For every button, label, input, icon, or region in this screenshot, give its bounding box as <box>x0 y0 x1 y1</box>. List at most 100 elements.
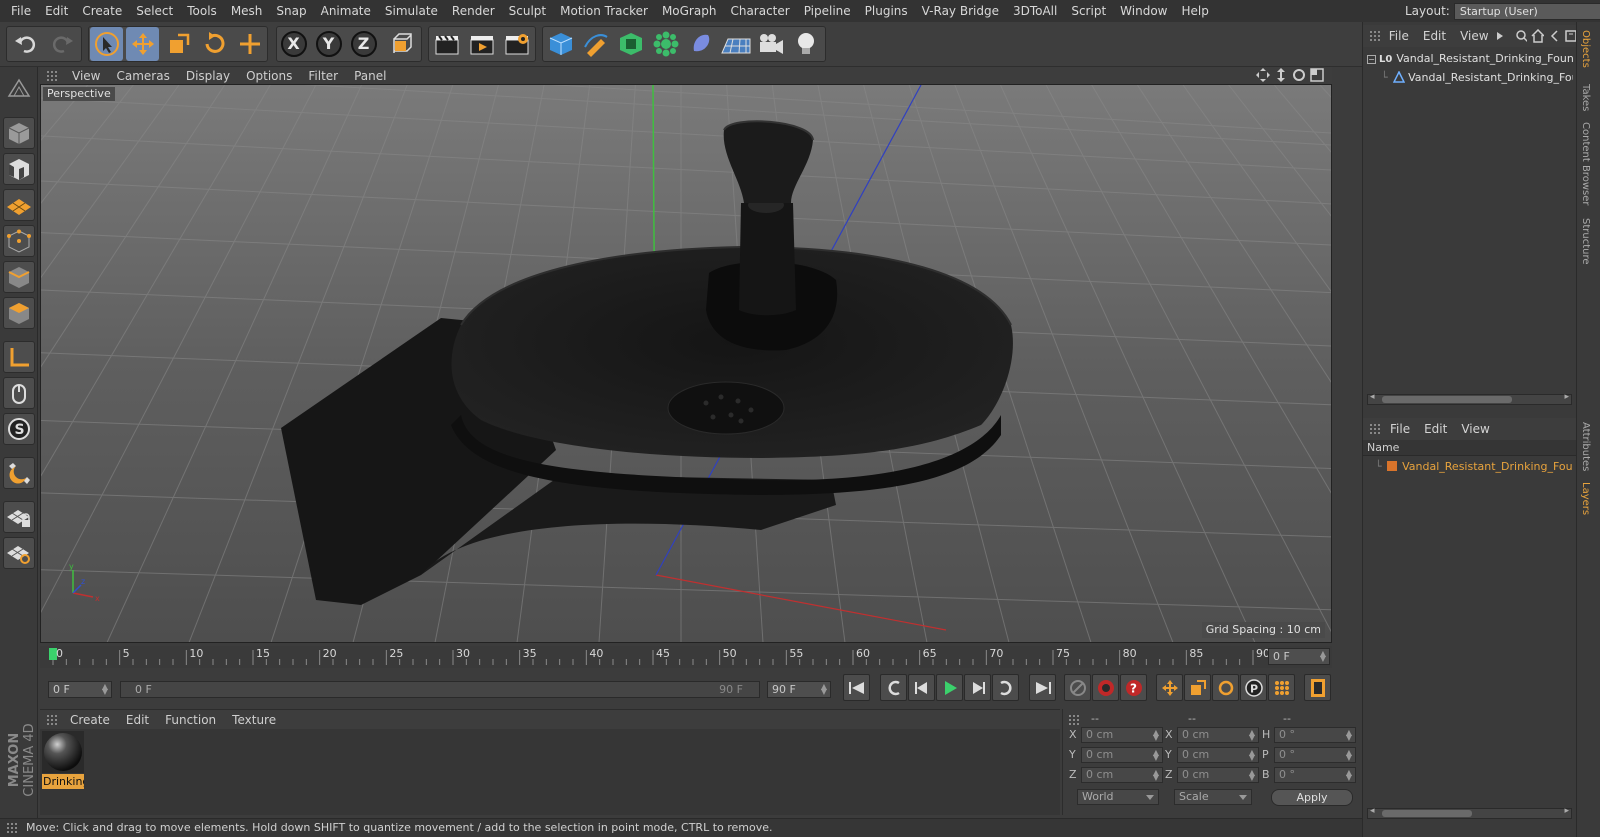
orbit-icon[interactable] <box>1292 68 1306 82</box>
apply-button[interactable]: Apply <box>1271 789 1353 806</box>
timeline-ruler[interactable]: 0 5 10 15 20 25 30 35 40 45 50 55 60 65 70 75 80 85 90 0 F… <box>40 646 1332 668</box>
viewport-menu-view[interactable]: View <box>64 69 108 83</box>
end-frame-field[interactable]: 90 F ▲ ▼ <box>767 681 831 698</box>
layer-color-swatch[interactable] <box>1387 461 1398 471</box>
axis-z-button[interactable]: Z <box>347 27 380 61</box>
select-tool-button[interactable] <box>90 27 123 61</box>
add-mograph-button[interactable] <box>649 27 682 61</box>
coordinate-mode-dropdown[interactable]: World <box>1077 789 1159 805</box>
menu-help[interactable]: Help <box>1174 0 1215 22</box>
menu-select[interactable]: Select <box>129 0 180 22</box>
pos-y-field[interactable]: 0 cm ▲ ▼ <box>1081 747 1163 763</box>
menu-render[interactable]: Render <box>445 0 502 22</box>
chevron-right-icon[interactable] <box>1496 31 1503 41</box>
motion-record-button[interactable] <box>1064 674 1091 701</box>
menu-pipeline[interactable]: Pipeline <box>797 0 858 22</box>
object-tree-item-child[interactable]: └ Vandal_Resistant_Drinking_Fountain <box>1367 69 1573 87</box>
solo-mode-button[interactable]: S <box>3 413 35 445</box>
render-picture-viewer-button[interactable] <box>465 27 498 61</box>
tab-attributes[interactable]: Attributes <box>1580 422 1591 471</box>
add-camera-button[interactable] <box>754 27 787 61</box>
go-to-end-button[interactable] <box>1029 674 1056 701</box>
search-icon[interactable] <box>1515 29 1528 43</box>
axis-mode-button[interactable] <box>3 341 35 373</box>
timeline-window-button[interactable] <box>1304 674 1331 701</box>
menu-file[interactable]: File <box>4 0 38 22</box>
layers-menu-edit[interactable]: Edit <box>1417 422 1454 436</box>
menu-vray-bridge[interactable]: V-Ray Bridge <box>915 0 1006 22</box>
viewport-menu-filter[interactable]: Filter <box>300 69 346 83</box>
render-view-button[interactable] <box>430 27 463 61</box>
scrollbar-thumb[interactable] <box>1382 810 1472 817</box>
snap-button[interactable] <box>3 457 35 489</box>
objects-horizontal-scrollbar[interactable]: ◂ ▸ <box>1367 392 1572 405</box>
layers-horizontal-scrollbar[interactable]: ◂ ▸ <box>1367 806 1572 819</box>
tab-takes[interactable]: Takes <box>1580 84 1591 111</box>
menu-sculpt[interactable]: Sculpt <box>502 0 553 22</box>
viewport-menu-cameras[interactable]: Cameras <box>108 69 177 83</box>
size-y-field[interactable]: 0 cm ▲ ▼ <box>1177 747 1259 763</box>
next-key-button[interactable] <box>992 674 1019 701</box>
key-rotation-button[interactable] <box>1212 674 1239 701</box>
rot-b-field[interactable]: 0 ° ▲ ▼ <box>1274 767 1356 783</box>
pan-arrows-icon[interactable] <box>1256 68 1270 82</box>
frame-range-slider[interactable]: 0 F 90 F <box>120 681 760 698</box>
material-menu-function[interactable]: Function <box>157 713 224 727</box>
size-x-field[interactable]: 0 cm ▲ ▼ <box>1177 727 1259 743</box>
edges-mode-button[interactable] <box>3 261 35 293</box>
scrollbar-thumb[interactable] <box>1382 396 1512 403</box>
render-settings-button[interactable] <box>500 27 533 61</box>
maximize-view-icon[interactable] <box>1310 68 1324 82</box>
menu-character[interactable]: Character <box>723 0 796 22</box>
collapse-icon[interactable]: − <box>1367 55 1376 64</box>
menu-edit[interactable]: Edit <box>38 0 75 22</box>
points-mode-button[interactable] <box>3 225 35 257</box>
material-menu-create[interactable]: Create <box>62 713 118 727</box>
add-light-button[interactable] <box>789 27 822 61</box>
viewport-menu-display[interactable]: Display <box>178 69 238 83</box>
move-tool-button[interactable] <box>126 27 159 61</box>
tab-layers[interactable]: Layers <box>1580 482 1591 515</box>
menu-plugins[interactable]: Plugins <box>858 0 915 22</box>
object-tree-item-root[interactable]: −L0Vandal_Resistant_Drinking_Fountain <box>1367 50 1573 68</box>
objects-menu-edit[interactable]: Edit <box>1416 29 1453 43</box>
key-parameter-button[interactable]: P <box>1240 674 1267 701</box>
rot-p-field[interactable]: 0 ° ▲ ▼ <box>1274 747 1356 763</box>
model-mode-button[interactable] <box>3 117 35 149</box>
key-position-button[interactable] <box>1156 674 1183 701</box>
workplane-mode-button[interactable] <box>3 189 35 221</box>
add-environment-button[interactable] <box>719 27 752 61</box>
add-subdivision-button[interactable] <box>614 27 647 61</box>
autokey-button[interactable]: ? <box>1120 674 1147 701</box>
make-editable-button[interactable] <box>3 73 35 105</box>
planar-workplane-button[interactable] <box>3 537 35 569</box>
objects-menu-file[interactable]: File <box>1382 29 1416 43</box>
rot-h-field[interactable]: 0 ° ▲ ▼ <box>1274 727 1356 743</box>
undo-button[interactable] <box>9 27 42 61</box>
key-pla-button[interactable] <box>1268 674 1295 701</box>
menu-create[interactable]: Create <box>75 0 129 22</box>
tab-structure[interactable]: Structure <box>1580 218 1591 265</box>
menu-simulate[interactable]: Simulate <box>378 0 445 22</box>
scale-tool-button[interactable] <box>162 27 195 61</box>
coordinate-system-button[interactable] <box>385 27 418 61</box>
current-frame-field[interactable]: 0 F ▲ ▼ <box>1268 648 1330 665</box>
back-icon[interactable] <box>1548 29 1561 43</box>
layer-item[interactable]: └ Vandal_Resistant_Drinking_Fountain <box>1367 458 1573 476</box>
add-cube-button[interactable] <box>544 27 577 61</box>
next-frame-button[interactable] <box>964 674 991 701</box>
go-to-start-button[interactable] <box>843 674 870 701</box>
menu-motion-tracker[interactable]: Motion Tracker <box>553 0 655 22</box>
key-scale-button[interactable] <box>1184 674 1211 701</box>
layers-menu-view[interactable]: View <box>1454 422 1496 436</box>
add-pen-button[interactable] <box>579 27 612 61</box>
locked-workplane-button[interactable] <box>3 501 35 533</box>
axis-x-button[interactable]: X <box>277 27 310 61</box>
texture-mode-button[interactable] <box>3 153 35 185</box>
layers-column-header[interactable]: Name <box>1363 440 1577 456</box>
menu-mograph[interactable]: MoGraph <box>655 0 724 22</box>
zoom-arrows-icon[interactable] <box>1274 68 1288 82</box>
viewport-menu-options[interactable]: Options <box>238 69 300 83</box>
tab-content-browser[interactable]: Content Browser <box>1580 122 1591 205</box>
add-deformer-button[interactable] <box>684 27 717 61</box>
